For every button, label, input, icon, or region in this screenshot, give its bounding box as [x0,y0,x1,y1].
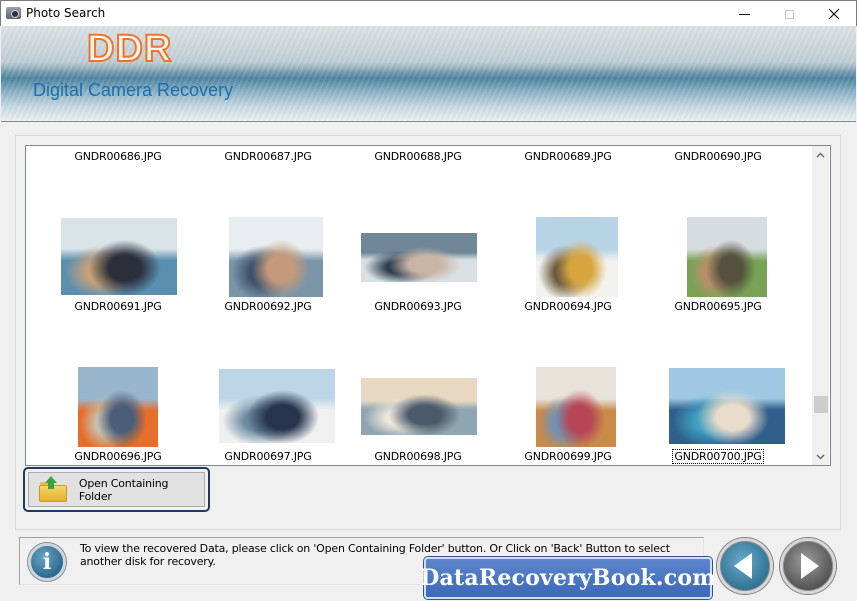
photo-item[interactable]: GNDR00695.JPG [643,156,793,313]
photo-list[interactable]: GNDR00686.JPG GNDR00687.JPG GNDR00688.JPG G… [25,145,831,466]
ddr-logo: DDR [86,27,173,71]
vertical-scrollbar[interactable] [812,146,829,465]
minimize-button[interactable] [721,1,767,27]
arrow-right-icon [801,553,819,579]
photo-thumbnail-couple-sitting-on-yacht[interactable] [219,369,335,443]
photo-filename: GNDR00696.JPG [43,450,193,463]
photo-row: GNDR00696.JPG GNDR00697.JPG GNDR00698.JPG G… [26,306,814,464]
photo-item[interactable]: GNDR00686.JPG [43,146,193,163]
photo-thumbnail-man-photographing-woman-on-deck[interactable] [536,217,618,297]
photo-thumbnail-travelers-with-luggage[interactable] [536,367,616,447]
photo-thumbnail-couple-on-sailboat[interactable] [61,218,177,295]
photo-item[interactable]: GNDR00687.JPG [193,146,343,163]
photo-item[interactable]: GNDR00697.JPG [193,306,343,463]
photo-item[interactable]: GNDR00698.JPG [343,306,493,463]
watermark-banner: DataRecoveryBook.com [420,557,716,599]
camera-app-icon [6,7,21,19]
window-title: Photo Search [26,6,106,20]
photo-thumbnail-seniors-on-yacht-marina[interactable] [669,368,785,444]
info-icon: i [28,543,66,581]
scroll-up-button[interactable] [812,146,829,163]
photo-filename-text: GNDR00700.JPG [672,449,764,464]
photo-thumbnail-woman-on-speedboat[interactable] [361,233,477,282]
photo-filename: GNDR00700.JPG [643,449,793,464]
photo-item[interactable]: GNDR00690.JPG [643,146,793,163]
close-icon [828,8,840,20]
photo-row: GNDR00691.JPG GNDR00692.JPG GNDR00693.JPG G… [26,156,814,313]
arrow-left-icon [734,553,752,579]
maximize-icon [784,9,794,19]
photo-item[interactable]: GNDR00699.JPG [493,306,643,463]
minimize-icon [738,13,750,15]
back-button[interactable] [717,538,773,594]
photo-item[interactable]: GNDR00688.JPG [343,146,493,163]
photo-item[interactable]: GNDR00700.JPG [643,306,793,464]
photo-thumbnail-child-on-shoulders-near-airplane[interactable] [687,217,767,297]
photo-filename-text: GNDR00697.JPG [224,450,312,463]
photo-thumbnail-couple-at-boat-railing[interactable] [78,367,158,447]
chevron-down-icon [816,454,825,459]
photo-item[interactable]: GNDR00692.JPG [193,156,343,313]
photo-row: GNDR00686.JPG GNDR00687.JPG GNDR00688.JPG G… [26,146,814,163]
scroll-thumb[interactable] [814,396,828,413]
open-containing-folder-button[interactable]: Open Containing Folder [28,472,205,507]
photo-item[interactable]: GNDR00693.JPG [343,156,493,313]
chevron-up-icon [816,152,825,157]
title-bar: Photo Search [0,0,857,26]
photo-item[interactable]: GNDR00694.JPG [493,156,643,313]
open-folder-label: Open Containing Folder [78,476,169,503]
scroll-down-button[interactable] [812,448,829,465]
photo-item[interactable]: GNDR00689.JPG [493,146,643,163]
photo-filename: GNDR00699.JPG [493,450,643,463]
photo-filename: GNDR00698.JPG [343,450,493,463]
photo-thumbnail-couple-on-sailboat-sunset[interactable] [361,378,477,435]
photo-thumbnail-mother-and-child-on-boat[interactable] [229,217,323,297]
maximize-button[interactable] [766,1,812,27]
folder-open-icon [39,475,67,502]
photo-filename-text: GNDR00699.JPG [524,450,612,463]
photo-filename-text: GNDR00698.JPG [374,450,462,463]
close-button[interactable] [811,1,857,27]
product-name: Digital Camera Recovery [33,80,234,100]
photo-filename: GNDR00697.JPG [193,450,343,463]
photo-filename-text: GNDR00696.JPG [74,450,162,463]
photo-item[interactable]: GNDR00696.JPG [43,306,193,463]
open-folder-focus-frame: Open Containing Folder [23,467,210,512]
photo-item[interactable]: GNDR00691.JPG [43,156,193,313]
header-banner: DDR Digital Camera Recovery [1,26,856,122]
next-button[interactable] [780,538,836,594]
